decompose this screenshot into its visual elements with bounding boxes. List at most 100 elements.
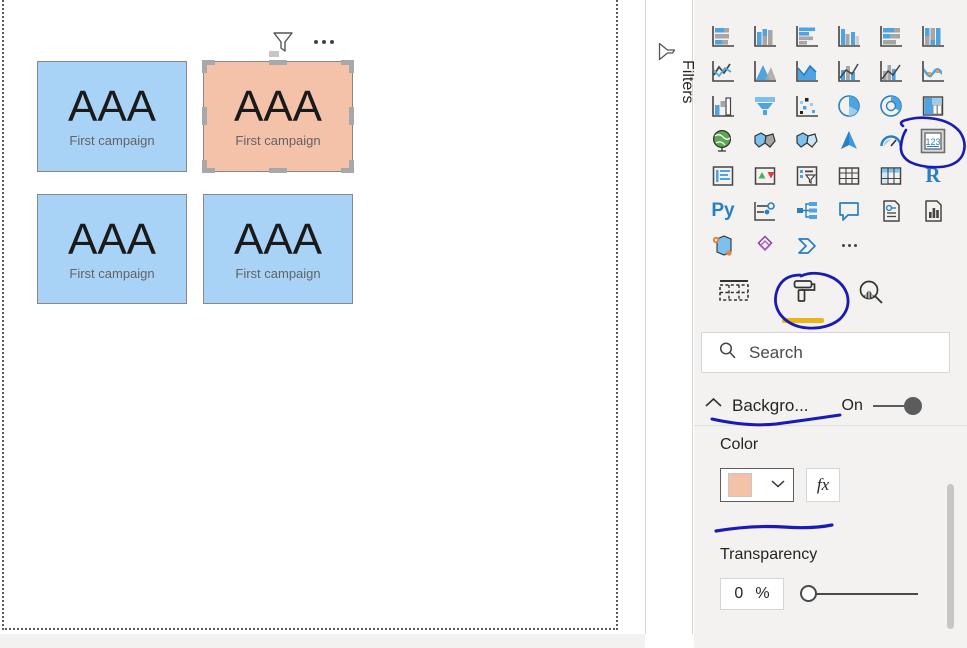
- resize-handle-top-left-v[interactable]: [202, 60, 207, 73]
- visual-header-toolbar: [272, 30, 334, 54]
- slider-track: [808, 593, 918, 595]
- powerapps-icon[interactable]: [744, 228, 786, 263]
- filters-pane-collapsed[interactable]: Filters: [645, 0, 696, 634]
- format-tab[interactable]: [782, 272, 824, 323]
- card-value: AAA: [233, 214, 323, 264]
- card-label: First campaign: [69, 133, 155, 148]
- card-visual-2-selected[interactable]: AAA First campaign: [203, 61, 353, 172]
- decomposition-tree-icon[interactable]: [786, 193, 828, 228]
- shape-map-icon[interactable]: [786, 123, 828, 158]
- map-icon[interactable]: [702, 123, 744, 158]
- line-chart-icon[interactable]: [702, 53, 744, 88]
- stacked-column-chart-icon[interactable]: [744, 18, 786, 53]
- chevron-up-icon[interactable]: [704, 396, 723, 415]
- area-chart-icon[interactable]: [744, 53, 786, 88]
- background-color-group: Color fx: [694, 436, 967, 502]
- azure-map-icon[interactable]: [828, 123, 870, 158]
- hundred-percent-stacked-bar-chart-icon[interactable]: [870, 18, 912, 53]
- analytics-tab[interactable]: [856, 272, 886, 313]
- viz-grid-empty-1: [870, 228, 912, 263]
- clustered-bar-chart-icon[interactable]: [786, 18, 828, 53]
- search-icon: [718, 341, 737, 365]
- line-and-stacked-column-chart-icon[interactable]: [828, 53, 870, 88]
- key-influencers-icon[interactable]: [744, 193, 786, 228]
- slider-thumb[interactable]: [800, 585, 817, 602]
- resize-handle-bottom-center[interactable]: [269, 168, 287, 173]
- power-bi-report-editor: AAA First campaign AAA First campaign AA…: [0, 0, 967, 648]
- card-visual-4[interactable]: AAA First campaign: [203, 194, 353, 304]
- get-more-visuals-icon[interactable]: [828, 228, 870, 263]
- hundred-percent-stacked-column-chart-icon[interactable]: [912, 18, 954, 53]
- card-label: First campaign: [235, 133, 321, 148]
- card-value: AAA: [233, 82, 323, 131]
- treemap-icon[interactable]: [912, 88, 954, 123]
- multi-row-card-icon[interactable]: [702, 158, 744, 193]
- kpi-icon[interactable]: [744, 158, 786, 193]
- more-options-icon[interactable]: [314, 32, 334, 52]
- card-icon[interactable]: 123: [912, 123, 954, 158]
- magnifier-chart-icon: [859, 280, 883, 304]
- stacked-area-chart-icon[interactable]: [786, 53, 828, 88]
- svg-text:123: 123: [925, 137, 940, 147]
- table-icon[interactable]: [828, 158, 870, 193]
- donut-chart-icon[interactable]: [870, 88, 912, 123]
- line-and-clustered-column-chart-icon[interactable]: [870, 53, 912, 88]
- background-section-title: Backgro...: [732, 395, 809, 415]
- chevron-down-icon: [770, 476, 786, 494]
- toggle-knob: [903, 396, 922, 415]
- filters-rail-bottom-pad: [645, 634, 693, 648]
- search-placeholder: Search: [749, 342, 803, 362]
- card-value: AAA: [67, 214, 157, 264]
- transparency-input[interactable]: 0 %: [720, 578, 784, 610]
- scatter-chart-icon[interactable]: [786, 88, 828, 123]
- visualization-type-grid: 123 R Py: [702, 18, 950, 263]
- slicer-icon[interactable]: [786, 158, 828, 193]
- background-section-header[interactable]: Backgro... On: [694, 386, 967, 426]
- resize-handle-middle-right[interactable]: [349, 107, 354, 125]
- ribbon-chart-icon[interactable]: [912, 53, 954, 88]
- filters-pane-label: Filters: [679, 60, 696, 104]
- resize-handle-bottom-left-v[interactable]: [202, 160, 207, 173]
- q-and-a-icon[interactable]: [828, 193, 870, 228]
- resize-handle-bottom-right-v[interactable]: [349, 160, 354, 173]
- report-canvas-area[interactable]: AAA First campaign AAA First campaign AA…: [0, 0, 645, 648]
- resize-handle-top-center[interactable]: [269, 60, 287, 65]
- matrix-icon[interactable]: [870, 158, 912, 193]
- funnel-icon[interactable]: [744, 88, 786, 123]
- canvas-bottom-bar: [0, 634, 645, 648]
- transparency-controls-row: 0 %: [694, 578, 967, 610]
- conditional-formatting-fx-button[interactable]: fx: [806, 468, 840, 502]
- pane-tab-strip: [694, 272, 967, 328]
- fields-tab[interactable]: [718, 272, 750, 309]
- arcgis-maps-icon[interactable]: [702, 228, 744, 263]
- color-swatch: [728, 473, 752, 497]
- transparency-label: Transparency: [720, 546, 818, 563]
- background-toggle-label: On: [841, 396, 863, 414]
- gauge-icon[interactable]: [870, 123, 912, 158]
- stacked-bar-chart-icon[interactable]: [702, 18, 744, 53]
- waterfall-chart-icon[interactable]: [702, 88, 744, 123]
- search-input[interactable]: Search: [701, 332, 950, 373]
- clustered-column-chart-icon[interactable]: [828, 18, 870, 53]
- format-pane-scrollbar[interactable]: [947, 484, 954, 629]
- card-value: AAA: [67, 82, 157, 131]
- pie-chart-icon[interactable]: [828, 88, 870, 123]
- card-visual-3[interactable]: AAA First campaign: [37, 194, 187, 304]
- card-label: First campaign: [235, 265, 321, 281]
- filled-map-icon[interactable]: [744, 123, 786, 158]
- r-script-visual-icon[interactable]: R: [912, 158, 954, 193]
- rotation-handle[interactable]: [269, 51, 279, 57]
- color-picker-dropdown[interactable]: [720, 468, 794, 502]
- resize-handle-top-right-v[interactable]: [349, 60, 354, 73]
- smart-narrative-icon[interactable]: [870, 193, 912, 228]
- transparency-slider[interactable]: [800, 585, 918, 603]
- resize-handle-middle-left[interactable]: [202, 107, 207, 125]
- python-visual-icon[interactable]: Py: [702, 193, 744, 228]
- background-transparency-group: Transparency 0 %: [694, 546, 967, 610]
- power-automate-icon[interactable]: [786, 228, 828, 263]
- viz-grid-empty-2: [912, 228, 954, 263]
- paginated-report-icon[interactable]: [912, 193, 954, 228]
- format-tab-selected-underline: [782, 318, 824, 323]
- background-toggle[interactable]: [872, 396, 922, 415]
- card-visual-1[interactable]: AAA First campaign: [37, 61, 187, 172]
